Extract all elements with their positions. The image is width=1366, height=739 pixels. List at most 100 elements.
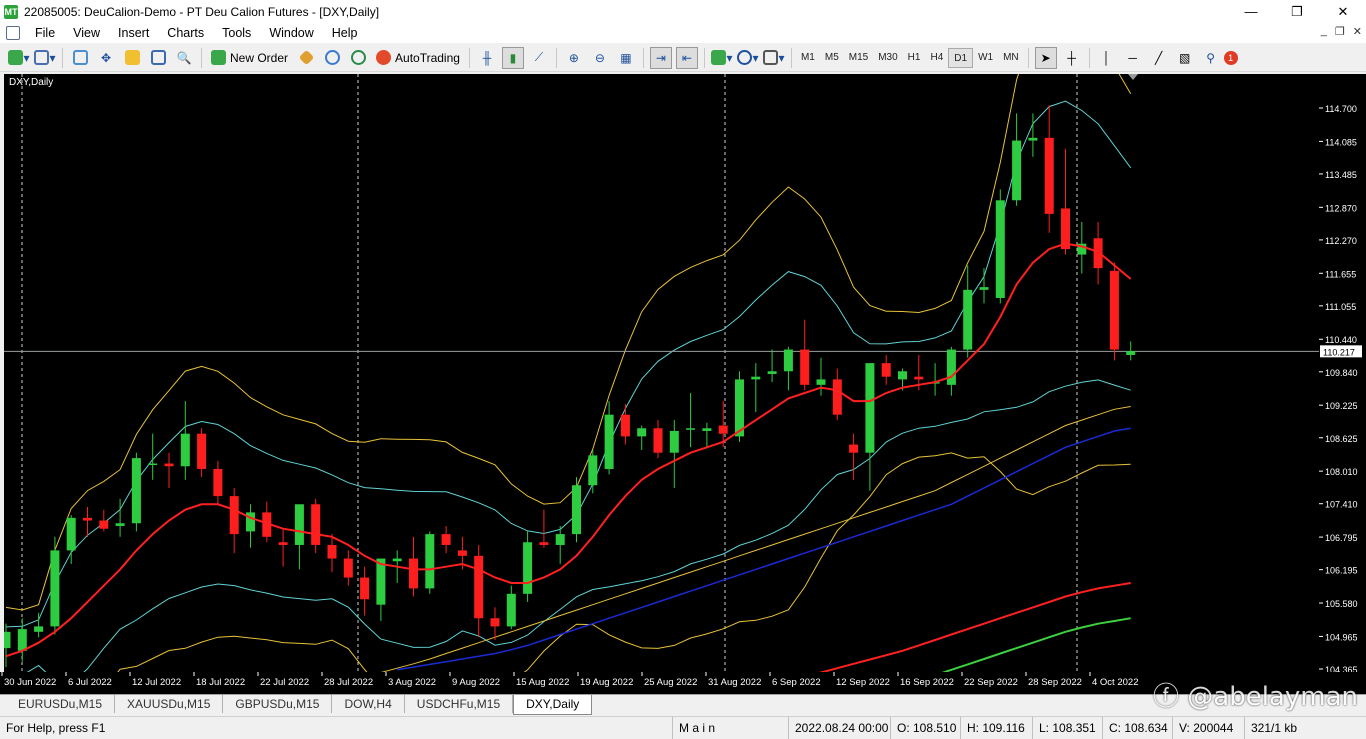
status-bar: For Help, press F1 M a i n 2022.08.24 00… bbox=[0, 716, 1366, 739]
trendline-icon[interactable]: ╱ bbox=[1148, 47, 1170, 69]
status-profile[interactable]: M a i n bbox=[672, 716, 788, 739]
chart-shift-icon[interactable]: ⇤ bbox=[675, 46, 698, 69]
menu-tools[interactable]: Tools bbox=[213, 26, 260, 40]
price-tick-label: 112.870 bbox=[1325, 203, 1357, 213]
line-chart-icon[interactable]: ⟋ bbox=[528, 47, 550, 69]
menu-insert[interactable]: Insert bbox=[109, 26, 158, 40]
close-button[interactable]: ✕ bbox=[1320, 0, 1366, 23]
candle-body bbox=[849, 444, 859, 453]
auto-scroll-icon[interactable]: ⇥ bbox=[649, 46, 672, 69]
toolbar-separator bbox=[555, 47, 557, 68]
upper-inner-band bbox=[5, 100, 1132, 628]
navigator-icon[interactable] bbox=[121, 47, 143, 69]
tab-usdchfu-m15[interactable]: USDCHFu,M15 bbox=[405, 695, 514, 713]
toolbar-separator bbox=[62, 47, 63, 68]
menu-charts[interactable]: Charts bbox=[158, 26, 213, 40]
timeframe-m1[interactable]: M1 bbox=[796, 48, 820, 68]
new-order-button[interactable]: New Order bbox=[208, 47, 291, 69]
mdi-minimize-button[interactable]: _ bbox=[1321, 25, 1327, 38]
equidistant-channel-icon[interactable]: ▧ bbox=[1174, 47, 1196, 69]
candle-body bbox=[131, 458, 141, 524]
timeframe-w1[interactable]: W1 bbox=[973, 48, 998, 68]
candle-body bbox=[360, 577, 370, 600]
menu-bar: File View Insert Charts Tools Window Hel… bbox=[0, 23, 1366, 43]
candle-body bbox=[604, 414, 614, 469]
status-traffic[interactable]: 321/1 kb bbox=[1244, 716, 1366, 739]
price-tick-label: 111.055 bbox=[1325, 302, 1356, 312]
vertical-line-icon[interactable]: │ bbox=[1096, 47, 1118, 69]
price-chart[interactable] bbox=[4, 74, 1319, 672]
strategy-tester-icon[interactable]: 🔍 bbox=[173, 47, 195, 69]
menu-window[interactable]: Window bbox=[260, 26, 322, 40]
autotrading-button[interactable]: AutoTrading bbox=[373, 47, 463, 69]
price-tick-label: 107.410 bbox=[1325, 500, 1358, 510]
tab-eurusdu-m15[interactable]: EURUSDu,M15 bbox=[6, 695, 116, 713]
candle-body bbox=[164, 463, 174, 467]
time-tick-label: 3 Aug 2022 bbox=[388, 677, 436, 688]
indicators-icon[interactable]: ▾ bbox=[711, 47, 733, 69]
candle-body bbox=[490, 618, 500, 627]
price-tick-label: 114.085 bbox=[1325, 137, 1357, 147]
mdi-restore-button[interactable]: ❐ bbox=[1335, 25, 1345, 38]
time-tick-label: 22 Jul 2022 bbox=[260, 677, 309, 688]
price-tick-label: 106.795 bbox=[1325, 533, 1358, 543]
minimize-button[interactable]: — bbox=[1228, 0, 1274, 23]
tab-gbpusdu-m15[interactable]: GBPUSDu,M15 bbox=[223, 695, 333, 713]
timeframe-h1[interactable]: H1 bbox=[903, 48, 926, 68]
tab-dow-h4[interactable]: DOW,H4 bbox=[332, 695, 405, 713]
periods-icon[interactable]: ▾ bbox=[737, 47, 759, 69]
market-icon[interactable] bbox=[347, 47, 369, 69]
candle-body bbox=[343, 558, 353, 578]
price-tick-label: 108.625 bbox=[1325, 434, 1358, 444]
tile-windows-icon[interactable]: ▦ bbox=[615, 47, 637, 69]
maximize-button[interactable]: ❐ bbox=[1274, 0, 1320, 23]
toolbar-separator bbox=[790, 47, 792, 68]
timeframe-mn[interactable]: MN bbox=[998, 48, 1024, 68]
templates-icon[interactable]: ▾ bbox=[763, 47, 785, 69]
status-low: L: 108.351 bbox=[1032, 716, 1102, 739]
bar-chart-icon[interactable]: ╫ bbox=[476, 47, 498, 69]
zoom-out-icon[interactable]: ⊖ bbox=[589, 47, 611, 69]
time-tick-label: 6 Jul 2022 bbox=[68, 677, 112, 688]
cursor-icon[interactable]: ➤ bbox=[1034, 46, 1057, 69]
chart-window-icon[interactable] bbox=[6, 26, 20, 40]
crosshair-icon[interactable]: ┼ bbox=[1061, 47, 1083, 69]
status-close: C: 108.634 bbox=[1102, 716, 1172, 739]
tab-xauusdu-m15[interactable]: XAUUSDu,M15 bbox=[115, 695, 224, 713]
menu-file[interactable]: File bbox=[26, 26, 64, 40]
price-scale[interactable]: 114.700 114.085 113.485 112.870 112.270 111.6… bbox=[1319, 74, 1366, 672]
mdi-close-button[interactable]: ✕ bbox=[1353, 25, 1362, 38]
app-icon: MT bbox=[4, 4, 18, 19]
timeframe-m15[interactable]: M15 bbox=[844, 48, 873, 68]
candle-body bbox=[555, 534, 565, 545]
zoom-in-icon[interactable]: ⊕ bbox=[563, 47, 585, 69]
time-tick-label: 15 Aug 2022 bbox=[516, 677, 569, 688]
toolbar-separator bbox=[1088, 47, 1090, 68]
candlestick-chart-icon[interactable]: ▮ bbox=[501, 46, 524, 69]
data-window-icon[interactable]: ✥ bbox=[95, 47, 117, 69]
market-watch-icon[interactable] bbox=[69, 47, 91, 69]
horizontal-line-icon[interactable]: ─ bbox=[1122, 47, 1144, 69]
metaeditor-icon[interactable] bbox=[295, 47, 317, 69]
price-tick-label: 104.365 bbox=[1325, 665, 1358, 672]
candle-body bbox=[327, 544, 337, 559]
alerts-count-badge[interactable]: 1 bbox=[1223, 50, 1238, 65]
timeframe-m30[interactable]: M30 bbox=[873, 48, 902, 68]
candle-body bbox=[148, 463, 158, 466]
timeframe-m5[interactable]: M5 bbox=[820, 48, 844, 68]
chart-area[interactable]: DXY,Daily bbox=[4, 74, 1319, 672]
menu-help[interactable]: Help bbox=[323, 26, 367, 40]
profiles-icon[interactable]: ▾ bbox=[34, 47, 56, 69]
candle-body bbox=[963, 289, 973, 350]
signals-icon[interactable] bbox=[321, 47, 343, 69]
timeframe-h4[interactable]: H4 bbox=[925, 48, 948, 68]
search-icon[interactable]: ⚲ bbox=[1200, 47, 1222, 69]
candle-body bbox=[1044, 137, 1054, 214]
timeframe-d1[interactable]: D1 bbox=[948, 47, 974, 68]
tab-dxy-daily[interactable]: DXY,Daily bbox=[513, 695, 593, 715]
terminal-icon[interactable] bbox=[147, 47, 169, 69]
candle-body bbox=[229, 496, 239, 535]
menu-view[interactable]: View bbox=[64, 26, 109, 40]
new-chart-icon[interactable]: ▾ bbox=[8, 47, 30, 69]
candle-body bbox=[751, 376, 761, 380]
